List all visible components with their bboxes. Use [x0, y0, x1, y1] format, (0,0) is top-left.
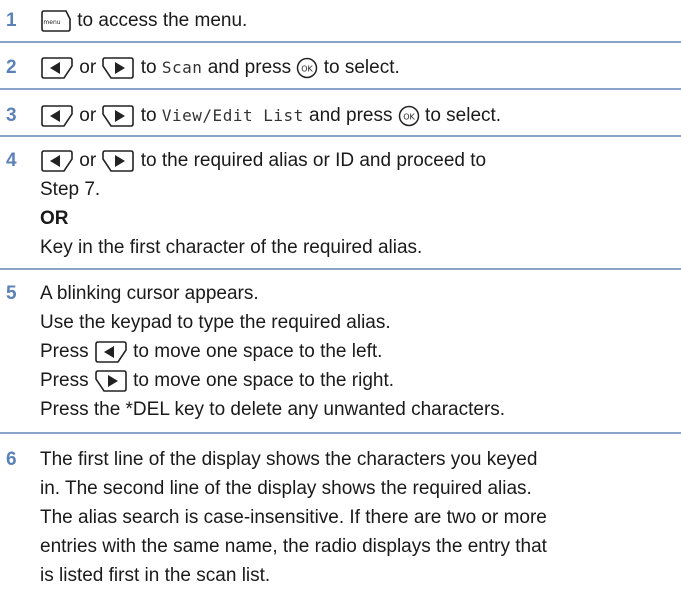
step-4-line-4: Key in the first character of the requir…	[40, 237, 423, 258]
divider	[0, 88, 681, 90]
step-number: 2	[6, 57, 17, 78]
divider	[0, 432, 681, 434]
select-text: to select.	[425, 105, 502, 126]
or-text: or	[79, 57, 97, 78]
step-6-line-3: The alias search is case-insensitive. If…	[40, 507, 547, 528]
step-4-line-1: to the required alias or ID and proceed …	[140, 150, 487, 171]
to-text: to	[140, 105, 157, 126]
divider	[0, 135, 681, 137]
left-arrow-key-icon	[40, 105, 74, 127]
step-6-line-4: entries with the same name, the radio di…	[40, 536, 547, 557]
menu-key-icon: menu	[40, 10, 72, 32]
press-text: and press	[309, 105, 393, 126]
step-5-line-2: Use the keypad to type the required alia…	[40, 312, 391, 333]
right-arrow-key-icon	[101, 57, 135, 79]
left-arrow-key-icon	[40, 150, 74, 172]
step-4: 4 or to the required alias or ID and pro…	[0, 146, 486, 262]
step-number: 1	[6, 10, 17, 31]
move-right-text: to move one space to the right.	[133, 370, 395, 391]
step-5-line-last: Press the *DEL key to delete any unwante…	[40, 399, 506, 420]
divider	[0, 41, 681, 43]
press-text: Press	[40, 341, 89, 362]
ok-key-icon: OK	[296, 57, 318, 79]
step-6-line-5: is listed first in the scan list.	[40, 565, 271, 586]
move-left-text: to move one space to the left.	[133, 341, 383, 362]
right-arrow-key-icon	[101, 150, 135, 172]
to-text: to	[140, 57, 157, 78]
step-6-line-1: The first line of the display shows the …	[40, 449, 538, 470]
or-label: OR	[40, 208, 69, 229]
or-text: or	[79, 105, 97, 126]
step-2: 2 or to Scan and press OK to select.	[0, 53, 400, 82]
ok-key-label: OK	[302, 65, 314, 74]
step-4-line-2: Step 7.	[40, 179, 101, 200]
menu-key-label: menu	[43, 19, 60, 26]
step-number: 3	[6, 105, 17, 126]
right-arrow-key-icon	[94, 370, 128, 392]
step-number: 6	[6, 449, 17, 470]
select-text: to select.	[323, 57, 400, 78]
right-arrow-key-icon	[101, 105, 135, 127]
step-5-line-1: A blinking cursor appears.	[40, 283, 259, 304]
menu-item-scan: Scan	[161, 58, 203, 77]
step-5: 5 A blinking cursor appears. Use the key…	[0, 279, 505, 424]
step-3: 3 or to View/Edit List and press OK to s…	[0, 101, 501, 130]
press-text: Press	[40, 370, 89, 391]
left-arrow-key-icon	[40, 57, 74, 79]
ok-key-icon: OK	[398, 105, 420, 127]
menu-item-view-edit-list: View/Edit List	[161, 106, 304, 125]
divider	[0, 268, 681, 270]
press-text: and press	[207, 57, 292, 78]
step-number: 4	[6, 150, 17, 171]
step-6: 6 The first line of the display shows th…	[0, 445, 547, 590]
step-1: 1 menu to access the menu.	[0, 6, 247, 35]
ok-key-label: OK	[403, 113, 415, 122]
step-1-text: to access the menu.	[77, 10, 248, 31]
step-number: 5	[6, 283, 17, 304]
step-6-line-2: in. The second line of the display shows…	[40, 478, 532, 499]
left-arrow-key-icon	[94, 341, 128, 363]
or-text: or	[79, 150, 97, 171]
